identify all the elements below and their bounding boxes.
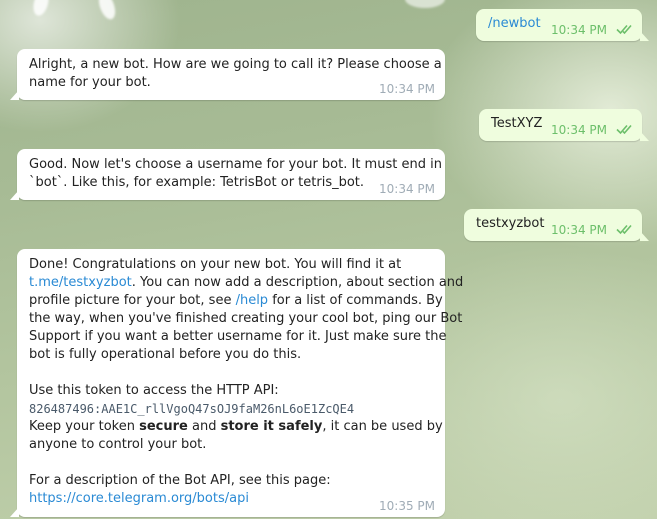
- message-text: . You can now add a description, about s…: [131, 275, 464, 290]
- bot-link[interactable]: t.me/testxyzbot: [29, 275, 132, 290]
- outgoing-message: TestXYZ 10:34 PM: [479, 109, 649, 141]
- incoming-message: Done! Congratulations on your new bot. Y…: [10, 249, 463, 517]
- api-token[interactable]: 826487496:AAE1C_rllVgoQ47sOJ9faM26nL6oE1…: [29, 400, 354, 418]
- message-time: 10:34 PM: [379, 182, 435, 196]
- message-text-line: https://core.telegram.org/bots/api: [29, 490, 249, 508]
- background-petal: [95, 0, 119, 22]
- message-text-line: the way, when you've finished creating y…: [29, 311, 463, 326]
- message-text-line: For a description of the Bot API, see th…: [29, 473, 331, 488]
- message-text: testxyzbot: [476, 216, 545, 231]
- outgoing-message[interactable]: /newbot 10:34 PM: [476, 9, 649, 41]
- double-check-icon: [616, 124, 632, 135]
- incoming-message: Good. Now let's choose a username for yo…: [10, 149, 445, 200]
- message-text-line: profile picture for your bot, see /help …: [29, 292, 443, 310]
- outgoing-message: testxyzbot 10:34 PM: [464, 209, 649, 241]
- bold-text: store it safely: [220, 419, 323, 434]
- message-text-line: `bot`. Like this, for example: TetrisBot…: [29, 175, 365, 190]
- api-docs-link[interactable]: https://core.telegram.org/bots/api: [29, 491, 249, 506]
- message-text: , it can be used by: [322, 419, 443, 434]
- message-text-line: bot is fully operational before you do t…: [29, 347, 302, 362]
- incoming-message: Alright, a new bot. How are we going to …: [10, 49, 445, 100]
- message-text-line: Keep your token secure and store it safe…: [29, 418, 443, 436]
- message-text: profile picture for your bot, see: [29, 293, 236, 308]
- message-text: and: [187, 419, 221, 434]
- background-petal: [405, 0, 445, 8]
- message-text-line: Support if you want a better username fo…: [29, 329, 447, 344]
- message-text: Keep your token: [29, 419, 140, 434]
- message-text-line: Alright, a new bot. How are we going to …: [29, 57, 442, 72]
- bold-text: secure: [139, 419, 188, 434]
- message-time: 10:34 PM: [379, 82, 435, 96]
- message-time: 10:34 PM: [551, 223, 607, 237]
- message-text-line: name for your bot.: [29, 75, 151, 90]
- background-petal: [30, 0, 52, 18]
- message-text: TestXYZ: [491, 116, 543, 131]
- message-text-line: t.me/testxyzbot. You can now add a descr…: [29, 274, 463, 292]
- double-check-icon: [616, 224, 632, 235]
- message-text: for a list of commands. By: [268, 293, 443, 308]
- message-time: 10:35 PM: [379, 499, 435, 513]
- message-text-line: Use this token to access the HTTP API:: [29, 383, 279, 398]
- message-time: 10:34 PM: [551, 123, 607, 137]
- help-command-link[interactable]: /help: [236, 293, 268, 308]
- message-text-line: Good. Now let's choose a username for yo…: [29, 157, 442, 172]
- double-check-icon: [616, 24, 632, 35]
- message-text-line: Done! Congratulations on your new bot. Y…: [29, 257, 402, 272]
- command-link[interactable]: /newbot: [488, 15, 541, 33]
- message-time: 10:34 PM: [551, 23, 607, 37]
- message-text-line: anyone to control your bot.: [29, 437, 207, 452]
